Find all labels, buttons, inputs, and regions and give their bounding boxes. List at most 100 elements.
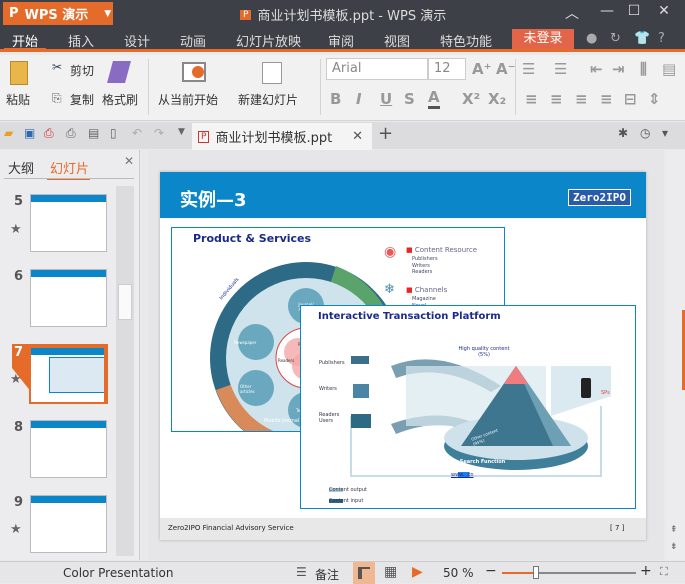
decrease-indent-icon[interactable]: ⇤ — [590, 60, 603, 78]
next-slide-icon[interactable]: ⇟ — [670, 542, 678, 552]
tab-menu-icon[interactable]: ▾ — [662, 126, 668, 140]
slide-thumbnail[interactable] — [30, 495, 107, 553]
underline-button[interactable]: U — [380, 90, 392, 108]
strikethrough-button[interactable]: S — [404, 90, 415, 108]
increase-indent-icon[interactable]: ⇥ — [612, 60, 625, 78]
zoom-slider[interactable] — [502, 566, 636, 579]
shirt-icon[interactable]: 👕 — [634, 31, 650, 46]
slide-footer: Zero2IPO Financial Advisory Service [ 7 … — [160, 518, 646, 540]
slide-thumbnail[interactable] — [30, 420, 107, 478]
zoom-in-button[interactable]: + — [640, 563, 652, 579]
find-icon[interactable]: ▯ — [110, 126, 117, 140]
open-icon[interactable]: ▰ — [4, 126, 13, 140]
font-size-select[interactable]: 12 — [428, 58, 466, 80]
slide-sorter-button[interactable]: ▦ — [384, 564, 397, 580]
distribute-icon[interactable]: ⊟ — [624, 90, 637, 108]
format-painter-button[interactable]: 格式刷 — [102, 91, 138, 108]
maximize-button[interactable]: ☐ — [622, 3, 646, 19]
url-label: www. .cn — [451, 472, 474, 478]
bold-button[interactable]: B — [330, 90, 341, 108]
text-direction-icon[interactable]: ⫼ — [640, 60, 647, 78]
pin-icon[interactable]: ✱ — [618, 126, 628, 140]
export-pdf-icon[interactable]: ⎙ — [44, 126, 54, 141]
cut-button[interactable]: 剪切 — [70, 62, 94, 79]
increase-font-icon[interactable]: A⁺ — [472, 60, 492, 78]
slide-thumbnail[interactable] — [30, 269, 107, 327]
skin-icon[interactable]: ● — [586, 31, 597, 46]
fit-window-icon[interactable]: ⛶ — [660, 565, 668, 579]
paste-button[interactable]: 粘贴 — [6, 91, 30, 108]
from-current-button[interactable]: 从当前开始 — [158, 91, 218, 108]
align-left-icon[interactable]: ≡ — [525, 90, 538, 108]
vertical-scrollbar[interactable]: ⇞ ⇟ — [666, 150, 685, 560]
align-center-icon[interactable]: ≡ — [550, 90, 563, 108]
help-icon[interactable]: ? — [658, 31, 665, 46]
justify-icon[interactable]: ≡ — [600, 90, 613, 108]
history-icon[interactable]: ◷ — [640, 126, 650, 140]
line-spacing-icon[interactable]: ⇕ — [648, 90, 661, 108]
format-brush-icon — [107, 61, 131, 83]
align-right-icon[interactable]: ≡ — [575, 90, 588, 108]
font-color-button[interactable]: A — [428, 88, 440, 109]
save-icon[interactable]: ▣ — [24, 126, 35, 140]
status-bar: Color Presentation ☰ 备注 ▦ ▶ 50 % − + ⛶ — [0, 561, 685, 584]
customize-dropdown-icon[interactable]: ▼ — [178, 127, 185, 137]
notes-button[interactable]: 备注 — [315, 566, 339, 583]
font-name-select[interactable]: Arial — [326, 58, 428, 80]
numbered-list-icon[interactable]: ☰ — [554, 60, 567, 78]
active-tab-indicator — [4, 48, 46, 50]
new-tab-button[interactable]: + — [378, 123, 393, 144]
tab-slides[interactable]: 幻灯片 — [50, 158, 89, 177]
content-resource-icon: ◉ — [384, 244, 397, 260]
tab-design[interactable]: 设计 — [124, 31, 150, 50]
print-icon[interactable]: ⎙ — [66, 126, 76, 141]
notes-icon[interactable]: ☰ — [296, 565, 307, 579]
slide-number: 6 — [14, 269, 24, 284]
bullet-list-icon[interactable]: ☰ — [522, 60, 535, 78]
normal-view-button[interactable] — [353, 562, 375, 584]
collapse-ribbon-icon[interactable]: ︿ — [560, 3, 584, 23]
window-title: P 商业计划书模板.ppt - WPS 演示 — [240, 5, 446, 24]
sync-icon[interactable]: ↻ — [610, 31, 621, 46]
inner-label: Newspaper — [234, 340, 257, 345]
slide-thumbnail-selected[interactable] — [29, 346, 106, 404]
panel-scrollbar[interactable] — [116, 186, 134, 556]
new-slide-button[interactable]: 新建幻灯片 — [238, 91, 298, 108]
animation-star-icon: ★ — [10, 372, 22, 387]
redo-icon[interactable]: ↷ — [154, 126, 164, 140]
scissors-icon: ✂ — [52, 60, 63, 74]
copy-button[interactable]: 复制 — [70, 91, 94, 108]
close-button[interactable]: ✕ — [652, 3, 676, 19]
slide[interactable]: 实例—3 Zero2IPO Product & Services E-readi… — [160, 172, 646, 540]
minimize-button[interactable]: — — [595, 3, 619, 19]
italic-button[interactable]: I — [356, 90, 362, 108]
document-tab[interactable]: P 商业计划书模板.ppt ✕ — [192, 123, 372, 150]
columns-icon[interactable]: ▤ — [662, 60, 676, 78]
window-title-text: 商业计划书模板.ppt - WPS 演示 — [257, 9, 447, 24]
subscript-button[interactable]: X₂ — [488, 90, 506, 108]
tab-review[interactable]: 审阅 — [328, 31, 354, 50]
close-panel-icon[interactable]: ✕ — [124, 154, 134, 168]
slideshow-button[interactable]: ▶ — [412, 564, 423, 580]
tab-outline[interactable]: 大纲 — [8, 158, 34, 177]
tab-view[interactable]: 视图 — [384, 31, 410, 50]
tab-features[interactable]: 特色功能 — [440, 31, 492, 50]
wps-menu-button[interactable]: P WPS 演示 ▼ — [3, 2, 113, 25]
login-button[interactable]: 未登录 — [512, 29, 574, 49]
tab-insert[interactable]: 插入 — [68, 31, 94, 50]
copy-icon: ⎘ — [52, 91, 62, 105]
undo-icon[interactable]: ↶ — [132, 126, 142, 140]
print-preview-icon[interactable]: ▤ — [88, 126, 99, 140]
zoom-slider-thumb[interactable] — [532, 566, 539, 579]
title-bar: P WPS 演示 ▼ P 商业计划书模板.ppt - WPS 演示 ︿ — ☐ ✕ — [0, 0, 685, 28]
zoom-out-button[interactable]: − — [485, 563, 497, 579]
tab-slideshow[interactable]: 幻灯片放映 — [236, 31, 301, 50]
close-tab-icon[interactable]: ✕ — [352, 129, 363, 144]
slide-thumbnail[interactable] — [30, 194, 107, 252]
animation-star-icon: ★ — [10, 222, 22, 237]
prev-slide-icon[interactable]: ⇞ — [670, 525, 678, 535]
tab-animation[interactable]: 动画 — [180, 31, 206, 50]
decrease-font-icon[interactable]: A⁻ — [496, 60, 516, 78]
superscript-button[interactable]: X² — [462, 90, 480, 108]
legend-channels: ■ Channels — [406, 286, 448, 294]
